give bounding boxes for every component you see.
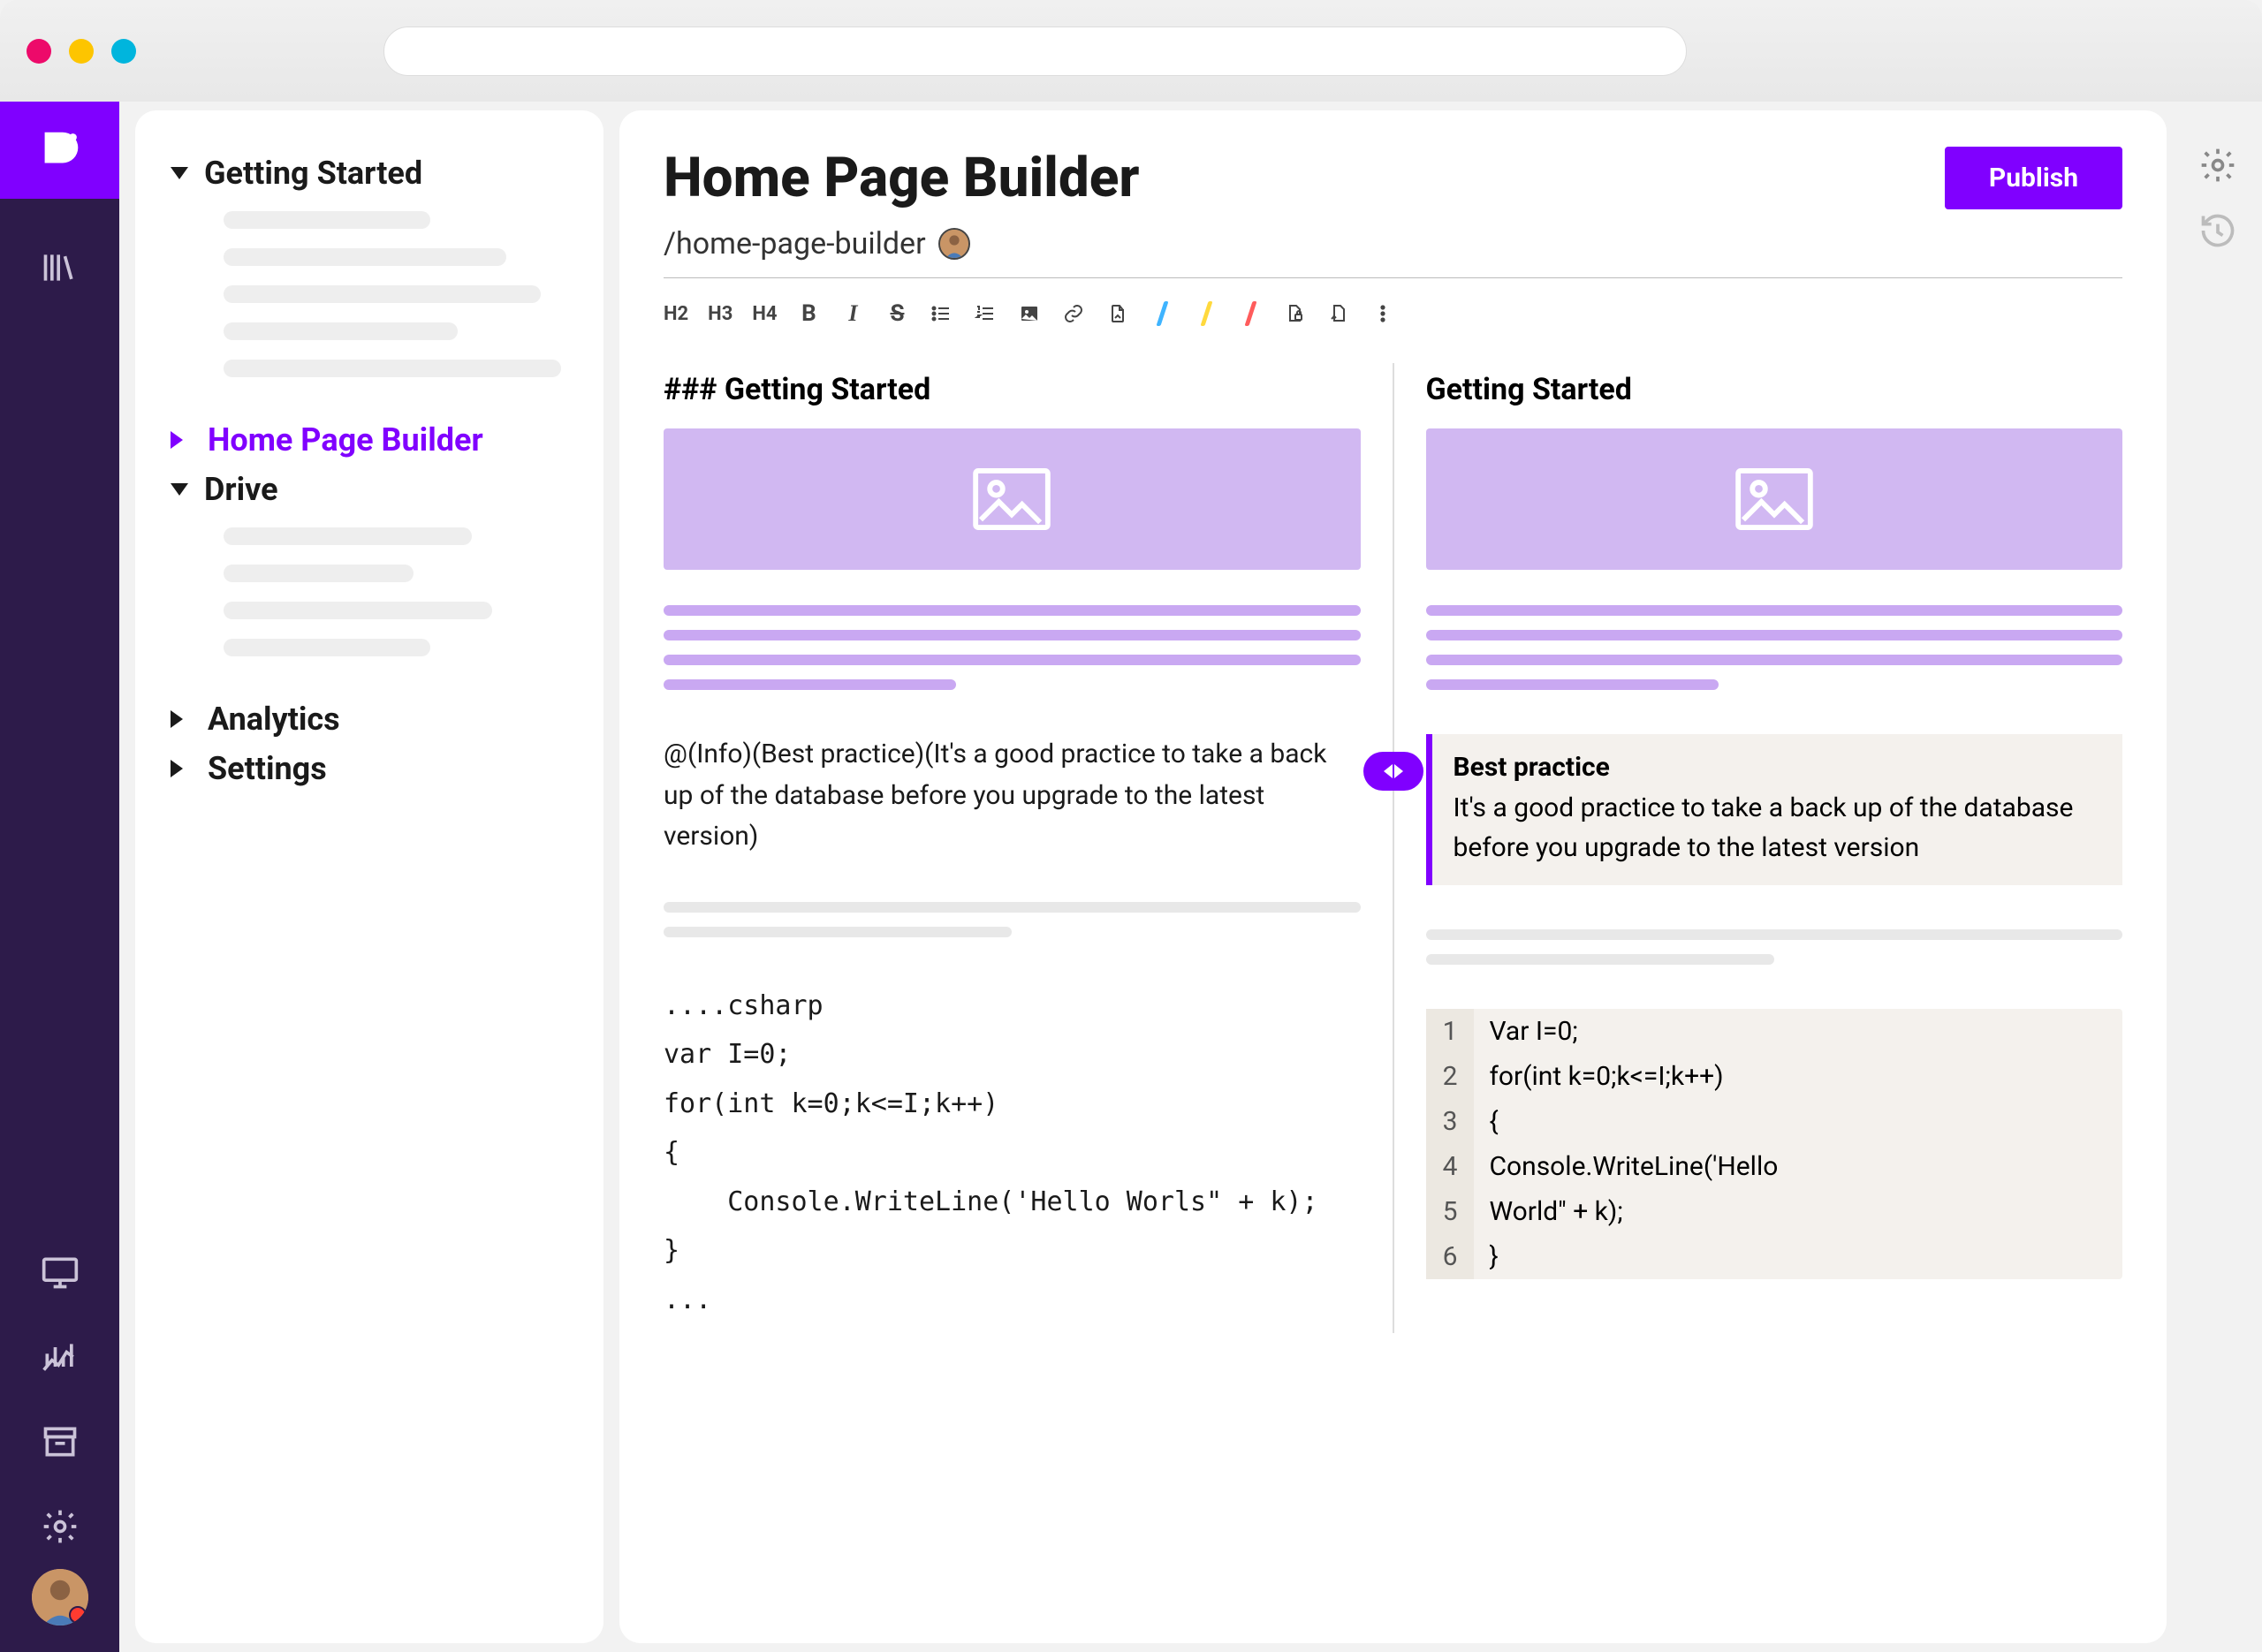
code-line: 3{ [1426,1099,2123,1144]
caret-right-icon [171,431,192,449]
file-button[interactable] [1105,301,1130,326]
strikethrough-button[interactable]: S [884,301,909,326]
code-source[interactable]: ....csharp var I=0; for(int k=0;k<=I;k++… [664,981,1361,1325]
more-button[interactable] [1370,301,1395,326]
analytics-icon[interactable] [34,1330,87,1383]
window-controls [27,39,136,64]
nav-label: Settings [208,750,327,787]
bold-button[interactable]: B [796,301,821,326]
heading3-button[interactable]: H3 [708,301,732,326]
code-line: 1Var I=0; [1426,1009,2123,1054]
editor-toolbar: H2 H3 H4 B I S [664,296,2122,331]
code-line: 2for(int k=0;k<=I;k++) [1426,1054,2123,1099]
window-maximize[interactable] [111,39,136,64]
editor-split: ### Getting Started @(Info)(Best practic… [664,363,2122,1333]
lock-page-button[interactable] [1282,301,1307,326]
caret-down-icon [171,483,188,496]
highlight-blue-button[interactable] [1150,301,1174,326]
caret-right-icon [171,760,192,777]
image-button[interactable] [1017,301,1042,326]
split-divider [1393,363,1394,1333]
nav-settings[interactable]: Settings [171,750,568,787]
nav-getting-started[interactable]: Getting Started [171,155,568,192]
callout-source[interactable]: @(Info)(Best practice)(It's a good pract… [664,734,1361,858]
paragraph-placeholder [664,902,1361,937]
browser-chrome [0,0,2262,102]
unordered-list-button[interactable] [929,301,953,326]
user-avatar[interactable] [32,1569,88,1625]
window-close[interactable] [27,39,51,64]
image-placeholder [1426,428,2123,570]
title-row: Home Page Builder Publish [664,146,2122,210]
image-placeholder[interactable] [664,428,1361,570]
split-handle[interactable] [1363,752,1423,791]
nav-label: Home Page Builder [208,421,483,458]
monitor-icon[interactable] [34,1246,87,1299]
editor-card: Home Page Builder Publish /home-page-bui… [619,110,2167,1643]
callout-body: It's a good practice to take a back up o… [1454,788,2102,868]
highlight-yellow-button[interactable] [1194,301,1218,326]
source-heading: ### Getting Started [664,372,1361,407]
heading2-button[interactable]: H2 [664,301,688,326]
content-area: Home Page Builder Publish /home-page-bui… [619,110,2253,1643]
page-slug[interactable]: /home-page-builder [664,226,926,261]
publish-button[interactable]: Publish [1945,147,2122,209]
paragraph-placeholder [1426,929,2123,965]
window-minimize[interactable] [69,39,94,64]
code-line: 5World" + k); [1426,1189,2123,1234]
code-preview: 1Var I=0; 2for(int k=0;k<=I;k++) 3{ 4 Co… [1426,1009,2123,1279]
archive-icon[interactable] [34,1415,87,1468]
nav-children-placeholder [171,211,568,377]
editor-preview-pane: Getting Started Best practice It's a goo… [1394,363,2123,1333]
link-button[interactable] [1061,301,1086,326]
callout-title: Best practice [1454,752,2102,783]
caret-down-icon [171,167,188,179]
nav-label: Getting Started [204,155,422,192]
app-logo[interactable] [0,102,119,199]
library-icon[interactable] [34,241,87,294]
address-bar[interactable] [383,27,1687,76]
nav-label: Analytics [208,701,340,738]
highlight-red-button[interactable] [1238,301,1263,326]
editor-source-pane[interactable]: ### Getting Started @(Info)(Best practic… [664,363,1393,1333]
paragraph-placeholder [664,605,1361,690]
italic-button[interactable]: I [840,301,865,326]
author-avatar[interactable] [938,228,970,260]
page-settings-button[interactable] [1326,301,1351,326]
slug-row: /home-page-builder [664,226,2122,278]
code-line: 6} [1426,1234,2123,1279]
caret-right-icon [171,710,192,728]
nav-drive[interactable]: Drive [171,471,568,508]
paragraph-placeholder [1426,605,2123,690]
nav-home-page-builder[interactable]: Home Page Builder [171,421,568,458]
utility-rail [2182,110,2253,1643]
ordered-list-button[interactable] [973,301,998,326]
nav-children-placeholder [171,527,568,656]
history-icon[interactable] [2198,211,2237,250]
heading4-button[interactable]: H4 [752,301,777,326]
gear-icon[interactable] [2198,146,2237,185]
preview-heading: Getting Started [1426,372,2123,407]
app-shell: Getting Started Home Page Builder Drive … [0,102,2262,1652]
callout-preview: Best practice It's a good practice to ta… [1426,734,2123,885]
page-title: Home Page Builder [664,146,1140,210]
code-line: 4 Console.WriteLine('Hello [1426,1144,2123,1189]
nav-rail [0,102,119,1652]
nav-analytics[interactable]: Analytics [171,701,568,738]
settings-icon[interactable] [34,1500,87,1553]
sidebar: Getting Started Home Page Builder Drive … [135,110,603,1643]
nav-label: Drive [204,471,278,508]
